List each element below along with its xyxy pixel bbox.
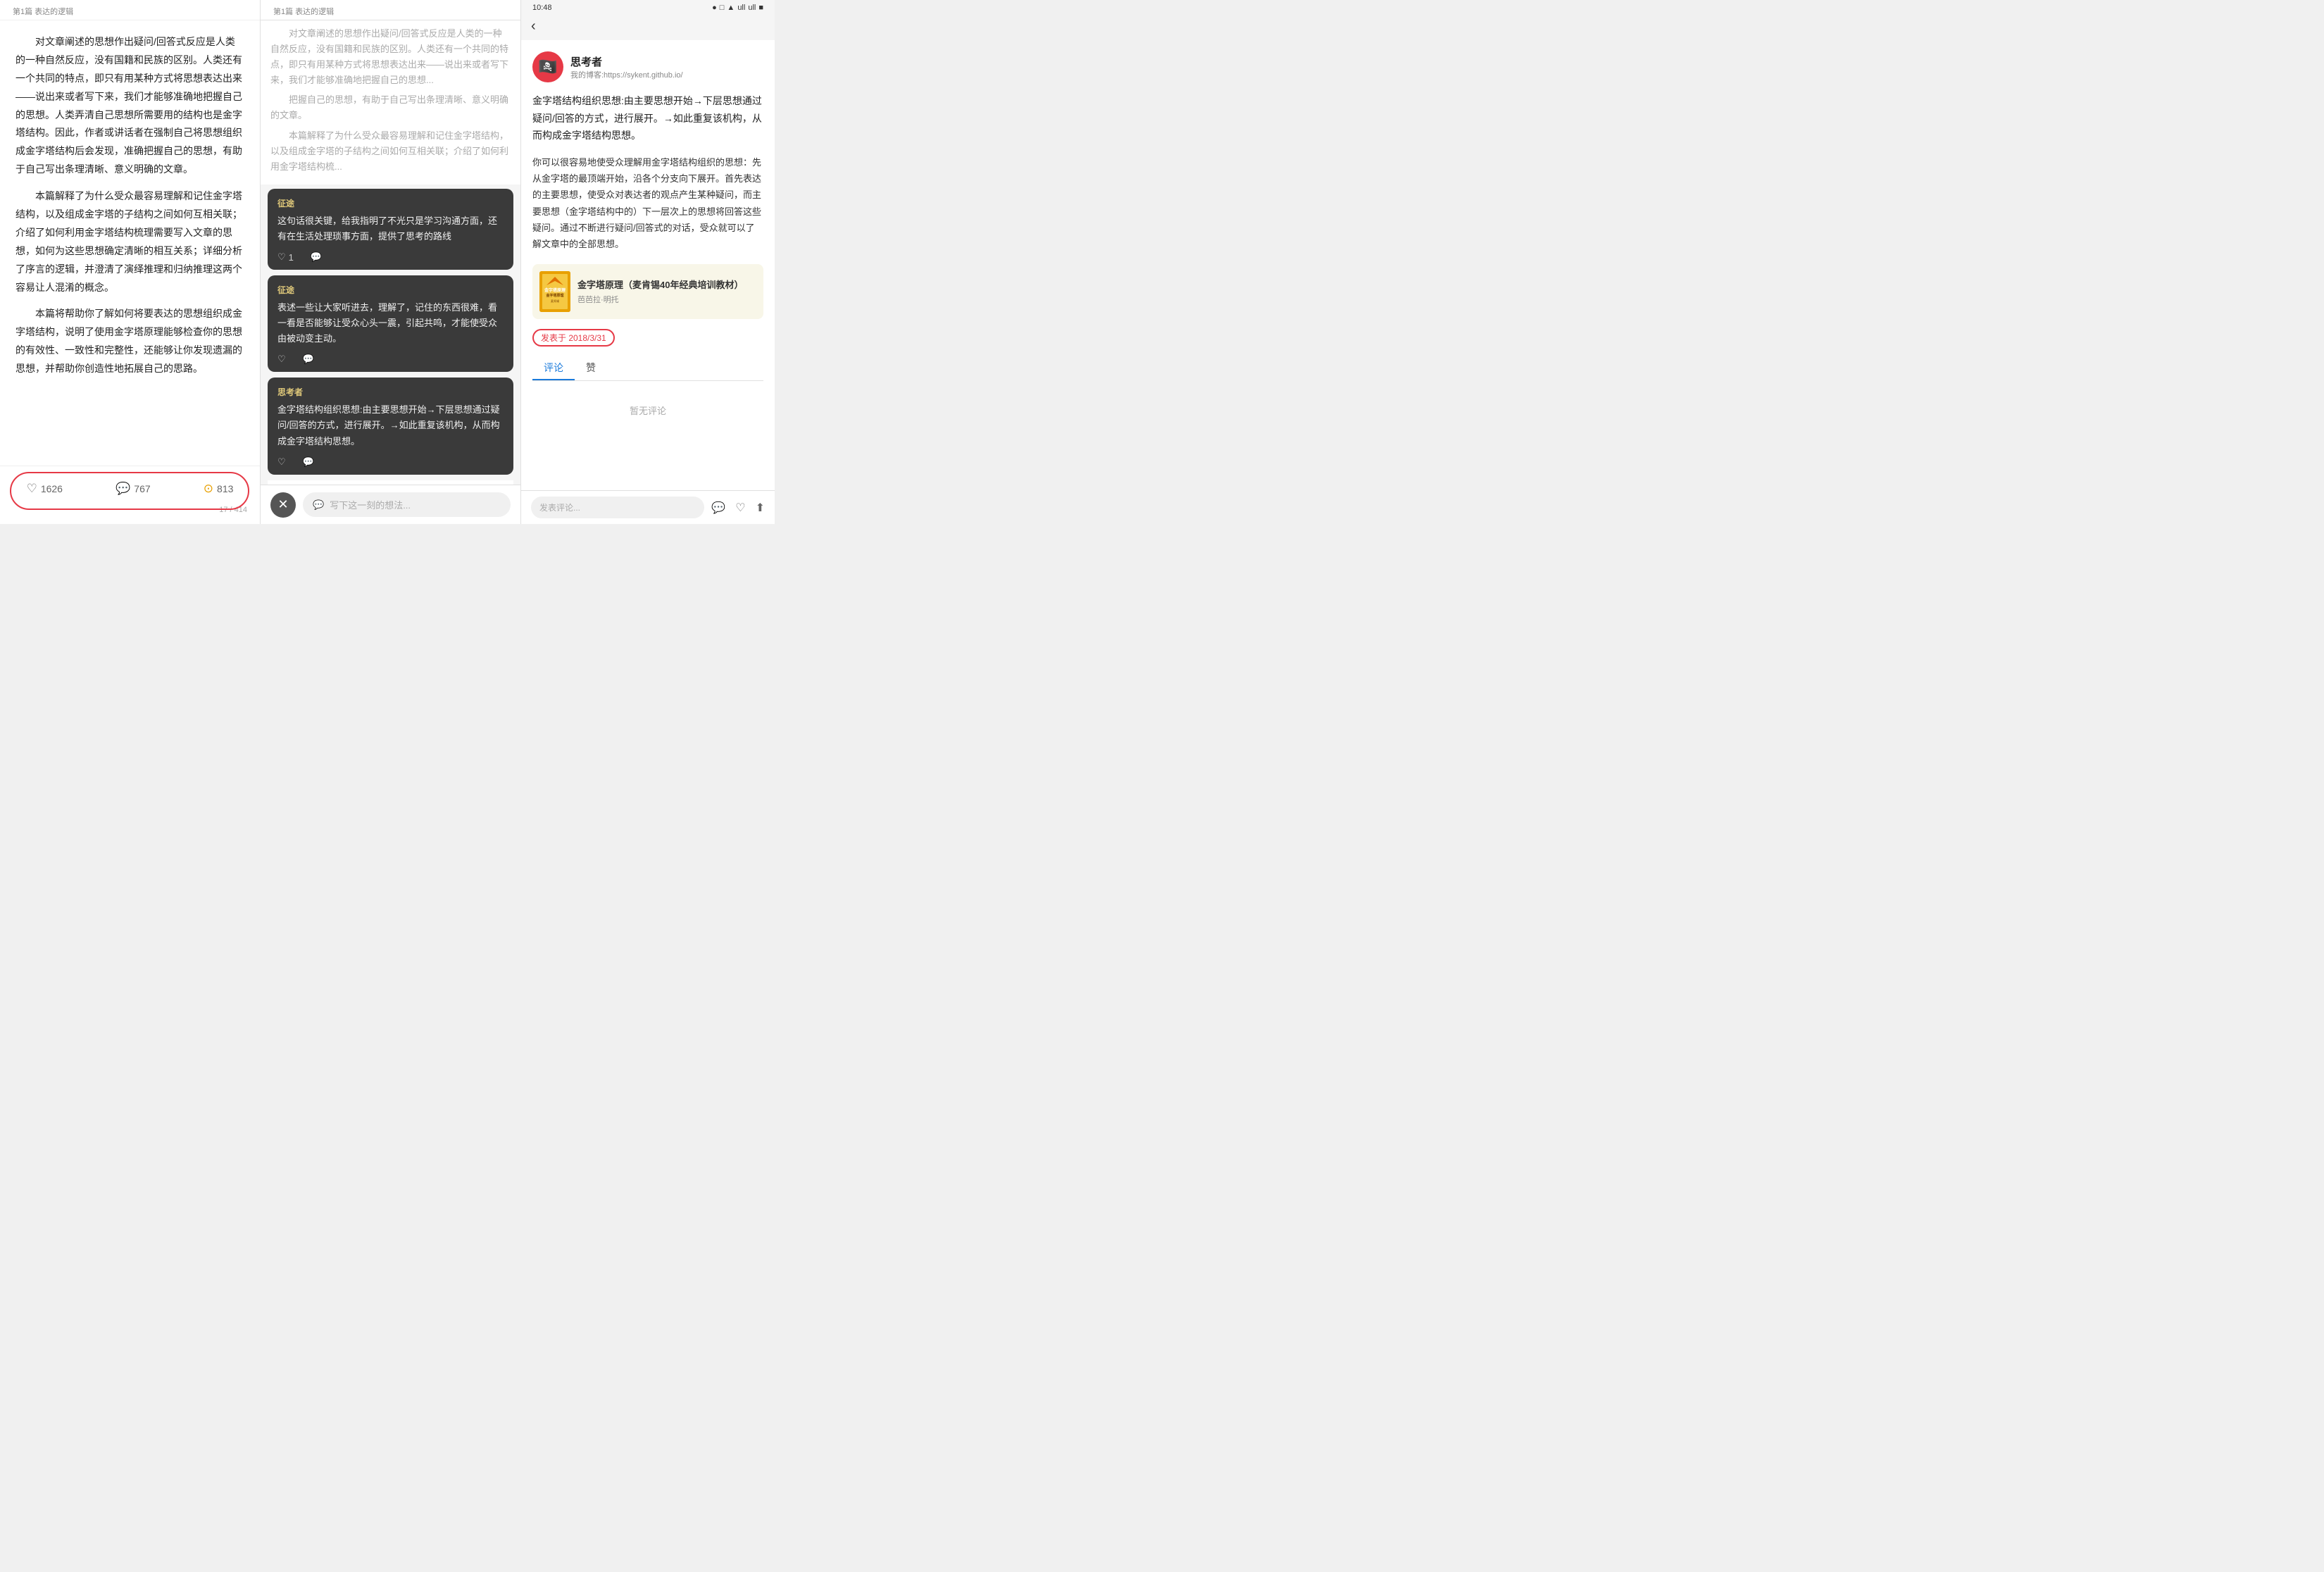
card-comment-1[interactable]: 💬: [311, 251, 322, 263]
tab-likes[interactable]: 赞: [575, 356, 607, 380]
comment-count: 767: [134, 483, 150, 494]
left-content: 对文章阐述的思想作出疑问/回答式反应是人类的一种自然反应，没有国籍和民族的区别。…: [0, 20, 260, 466]
tab-comments[interactable]: 评论: [532, 356, 575, 380]
status-wifi-icon: ▲: [727, 4, 735, 12]
right-panel: 10:48 ● □ ▲ ull ull ■ ‹ 🏴‍☠️ 思考者 我的博客:ht…: [521, 0, 775, 524]
mid-bottom-bar: ✕ 💬 写下这一刻的想法...: [261, 485, 520, 524]
footer-share-icon[interactable]: ⬆: [756, 501, 765, 515]
mid-para-3: 本篇解释了为什么受众最容易理解和记住金字塔结构，以及组成金字塔的子结构之间如何互…: [270, 128, 511, 175]
left-footer: ♡ 1626 💬 767 ⊙ 813 17 / 414: [0, 466, 260, 524]
back-button[interactable]: ‹: [531, 18, 536, 35]
para-3: 本篇将帮助你了解如何将要表达的思想组织成金字塔结构，说明了使用金字塔原理能够检查…: [15, 305, 244, 378]
card-comment-icon-2: 💬: [303, 354, 314, 365]
right-nav: ‹: [521, 15, 775, 40]
footer-heart-icon[interactable]: ♡: [735, 501, 745, 515]
left-panel: 第1篇 表达的逻辑 对文章阐述的思想作出疑问/回答式反应是人类的一种自然反应，没…: [0, 0, 261, 524]
status-icons: ● □ ▲ ull ull ■: [712, 4, 763, 12]
book-info: 金字塔原理（麦肯锡40年经典培训教材） 芭芭拉·明托: [577, 277, 743, 305]
status-bar: 10:48 ● □ ▲ ull ull ■: [521, 0, 775, 15]
card-heart-icon-3: ♡: [277, 456, 286, 468]
like-button[interactable]: ♡ 1626: [17, 478, 73, 500]
heart-icon: ♡: [27, 482, 37, 496]
card-like-1[interactable]: ♡ 1: [277, 251, 294, 263]
card-heart-icon-1: ♡: [277, 251, 286, 263]
card-comment-3[interactable]: 💬: [303, 456, 314, 468]
mid-para-2: 把握自己的思想，有助于自己写出条理清晰、意义明确的文章。: [270, 92, 511, 123]
card-author-2: 征途: [277, 284, 504, 296]
mid-para-1: 对文章阐述的思想作出疑问/回答式反应是人类的一种自然反应，没有国籍和民族的区别。…: [270, 26, 511, 88]
post-body: 你可以很容易地使受众理解用金字塔结构组织的思想：先从金字塔的最顶端开始，沿各个分…: [532, 154, 763, 253]
card-text-3: 金字塔结构组织思想:由主要思想开始→下层思想通过疑问/回答的方式，进行展开。→如…: [277, 402, 504, 449]
comment-icon: 💬: [115, 482, 130, 496]
status-signal1-icon: ull: [737, 4, 745, 12]
footer-comment-icon[interactable]: 💬: [711, 501, 725, 515]
mid-article-dim: 对文章阐述的思想作出疑问/回答式反应是人类的一种自然反应，没有国籍和民族的区别。…: [261, 20, 520, 185]
card-text-1: 这句话很关键，给我指明了不光只是学习沟通方面，还有在生活处理琐事方面，提供了思考…: [277, 213, 504, 244]
card-comment-icon-3: 💬: [303, 456, 314, 468]
author-row: 🏴‍☠️ 思考者 我的博客:https://sykent.github.io/: [532, 51, 763, 82]
para-2: 本篇解释了为什么受众最容易理解和记住金字塔结构，以及组成金字塔的子结构之间如何互…: [15, 187, 244, 297]
comment-card-1: 征途 这句话很关键，给我指明了不光只是学习沟通方面，还有在生活处理琐事方面，提供…: [268, 189, 513, 270]
action-bar: ♡ 1626 💬 767 ⊙ 813: [0, 475, 260, 503]
share-button[interactable]: ⊙ 813: [194, 478, 244, 500]
para-1: 对文章阐述的思想作出疑问/回答式反应是人类的一种自然反应，没有国籍和民族的区别。…: [15, 33, 244, 179]
card-actions-1: ♡ 1 💬: [277, 251, 504, 263]
mid-header: 第1篇 表达的逻辑: [261, 0, 520, 20]
status-battery2-icon: ■: [758, 4, 763, 12]
book-card[interactable]: 金字塔原理 麦肯锡 金字塔原理（麦肯锡40年经典培训教材） 芭芭拉·明托: [532, 264, 763, 319]
close-button[interactable]: ✕: [270, 492, 296, 518]
card-actions-2: ♡ 💬: [277, 354, 504, 365]
mid-panel: 第1篇 表达的逻辑 对文章阐述的思想作出疑问/回答式反应是人类的一种自然反应，没…: [261, 0, 521, 524]
book-author: 芭芭拉·明托: [577, 294, 743, 305]
author-avatar: 🏴‍☠️: [532, 51, 563, 82]
thought-input[interactable]: 💬 写下这一刻的想法...: [303, 492, 511, 517]
card-author-3: 思考者: [277, 386, 504, 398]
status-battery-icon: □: [720, 4, 725, 12]
comment-card-3: 思考者 金字塔结构组织思想:由主要思想开始→下层思想通过疑问/回答的方式，进行展…: [268, 378, 513, 474]
svg-text:金字塔原理: 金字塔原理: [545, 293, 563, 298]
like-count: 1626: [41, 483, 63, 494]
card-heart-icon-2: ♡: [277, 354, 286, 365]
book-cover-svg: 金字塔原理 麦肯锡: [539, 271, 570, 312]
thought-icon: 💬: [313, 499, 324, 511]
status-dot-icon: ●: [712, 4, 717, 12]
post-date: 发表于 2018/3/31: [532, 329, 615, 347]
comment-card-2: 征途 表述一些让大家听进去，理解了，记住的东西很难，看一看是否能够让受众心头一震…: [268, 275, 513, 372]
card-comment-icon-1: 💬: [311, 251, 322, 263]
comment-button[interactable]: 💬 767: [106, 478, 161, 500]
card-like-2[interactable]: ♡: [277, 354, 286, 365]
author-blog: 我的博客:https://sykent.github.io/: [570, 69, 683, 80]
card-comment-2[interactable]: 💬: [303, 354, 314, 365]
footer-icons: 💬 ♡ ⬆: [711, 501, 765, 515]
author-name: 思考者: [570, 54, 683, 69]
card-text-2: 表述一些让大家听进去，理解了，记住的东西很难，看一看是否能够让受众心头一震，引起…: [277, 300, 504, 347]
page-indicator: 17 / 414: [0, 506, 260, 514]
right-footer: 发表评论... 💬 ♡ ⬆: [521, 490, 775, 524]
share-count: 813: [217, 483, 233, 494]
card-actions-3: ♡ 💬: [277, 456, 504, 468]
card-author-1: 征途: [277, 197, 504, 209]
author-info: 思考者 我的博客:https://sykent.github.io/: [570, 54, 683, 80]
no-comments: 暂无评论: [532, 389, 763, 431]
book-cover: 金字塔原理 麦肯锡: [539, 271, 570, 312]
status-signal2-icon: ull: [748, 4, 756, 12]
card-like-3[interactable]: ♡: [277, 456, 286, 468]
left-header: 第1篇 表达的逻辑: [0, 0, 260, 20]
post-title: 金字塔结构组织思想:由主要思想开始→下层思想通过疑问/回答的方式，进行展开。→如…: [532, 92, 763, 144]
svg-text:麦肯锡: 麦肯锡: [551, 299, 559, 303]
status-time: 10:48: [532, 4, 552, 12]
article-text: 对文章阐述的思想作出疑问/回答式反应是人类的一种自然反应，没有国籍和民族的区别。…: [15, 33, 244, 378]
mid-comments: 征途 这句话很关键，给我指明了不光只是学习沟通方面，还有在生活处理琐事方面，提供…: [261, 185, 520, 485]
thought-placeholder: 写下这一刻的想法...: [330, 498, 411, 511]
share-icon: ⊙: [204, 482, 213, 496]
card-like-count-1: 1: [289, 252, 294, 263]
comment-input[interactable]: 发表评论...: [531, 497, 704, 518]
tabs-row: 评论 赞: [532, 356, 763, 381]
right-content: 🏴‍☠️ 思考者 我的博客:https://sykent.github.io/ …: [521, 40, 775, 490]
book-title: 金字塔原理（麦肯锡40年经典培训教材）: [577, 277, 743, 291]
